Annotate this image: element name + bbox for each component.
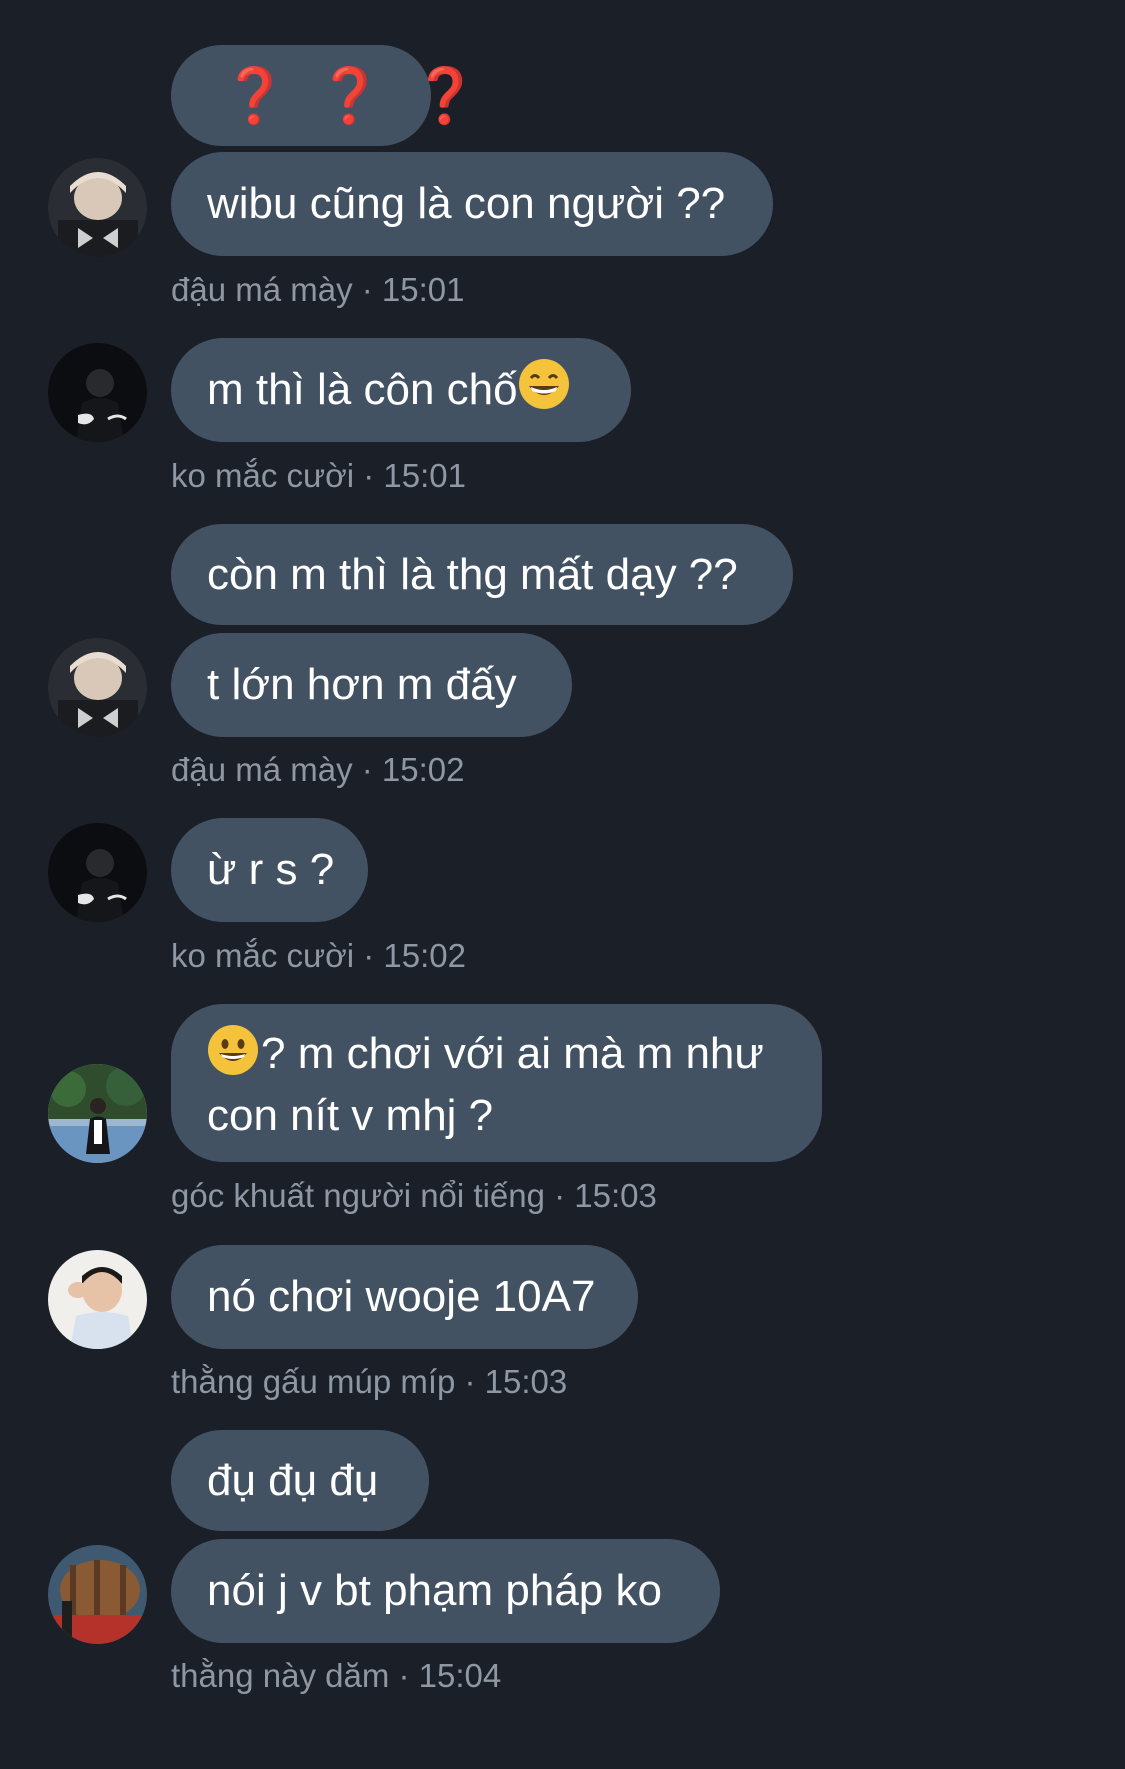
avatar[interactable]	[48, 638, 147, 737]
avatar-image	[48, 638, 147, 737]
message-meta: thằng này dăm · 15:04	[171, 1657, 502, 1694]
avatar-image	[48, 823, 147, 922]
message-bubble[interactable]: m thì là côn chố	[171, 338, 631, 442]
avatar[interactable]	[48, 1545, 147, 1644]
chat-thread: ❓❓❓ wibu cũng là con người ?? đậu má mày…	[0, 0, 1125, 1769]
message-bubble[interactable]: ❓❓❓	[171, 45, 479, 146]
message-text: nói j v bt phạm pháp ko	[207, 1566, 662, 1615]
message-text: còn m thì là thg mất dạy ??	[207, 549, 738, 599]
question-marks: ❓❓❓	[221, 65, 507, 126]
message-meta: đậu má mày · 15:02	[171, 751, 465, 788]
message-meta: đậu má mày · 15:01	[171, 271, 465, 308]
grinning-face-icon	[207, 1024, 259, 1089]
message-bubble[interactable]: wibu cũng là con người ??	[171, 152, 773, 256]
message-bubble[interactable]: ? m chơi với ai mà m như con nít v mhj ?	[171, 1004, 822, 1162]
avatar-image	[48, 343, 147, 442]
message-meta: ko mắc cười · 15:01	[171, 457, 467, 494]
message-text: ừ r s ?	[207, 845, 335, 894]
avatar[interactable]	[48, 1064, 147, 1163]
message-text: wibu cũng là con người ??	[207, 179, 726, 228]
message-bubble[interactable]: nó chơi wooje 10A7	[171, 1245, 638, 1349]
message-meta: góc khuất người nổi tiếng · 15:03	[171, 1177, 657, 1214]
avatar-image	[48, 158, 147, 257]
message-bubble[interactable]: ừ r s ?	[171, 818, 368, 922]
message-bubble[interactable]: t lớn hơn m đấy	[171, 633, 572, 737]
avatar-image	[48, 1064, 147, 1163]
avatar-image	[48, 1545, 147, 1644]
message-text: t lớn hơn m đấy	[207, 660, 517, 709]
message-text: nó chơi wooje 10A7	[207, 1272, 596, 1321]
message-bubble[interactable]: đụ đụ đụ	[171, 1430, 429, 1531]
avatar[interactable]	[48, 158, 147, 257]
avatar[interactable]	[48, 823, 147, 922]
message-meta: ko mắc cười · 15:02	[171, 937, 467, 974]
grinning-face-with-smiling-eyes-icon	[518, 358, 570, 423]
message-text: ? m chơi với ai mà m như con nít v mhj ?	[207, 1028, 764, 1140]
avatar-image	[48, 1250, 147, 1349]
avatar[interactable]	[48, 343, 147, 442]
message-bubble[interactable]: còn m thì là thg mất dạy ??	[171, 524, 793, 625]
avatar[interactable]	[48, 1250, 147, 1349]
message-meta: thằng gấu múp míp · 15:03	[171, 1363, 568, 1400]
message-bubble[interactable]: nói j v bt phạm pháp ko	[171, 1539, 720, 1643]
message-text-wrap: ? m chơi với ai mà m như con nít v mhj ?	[207, 1024, 792, 1143]
message-text: đụ đụ đụ	[207, 1455, 379, 1505]
message-text: m thì là côn chố	[207, 365, 518, 414]
